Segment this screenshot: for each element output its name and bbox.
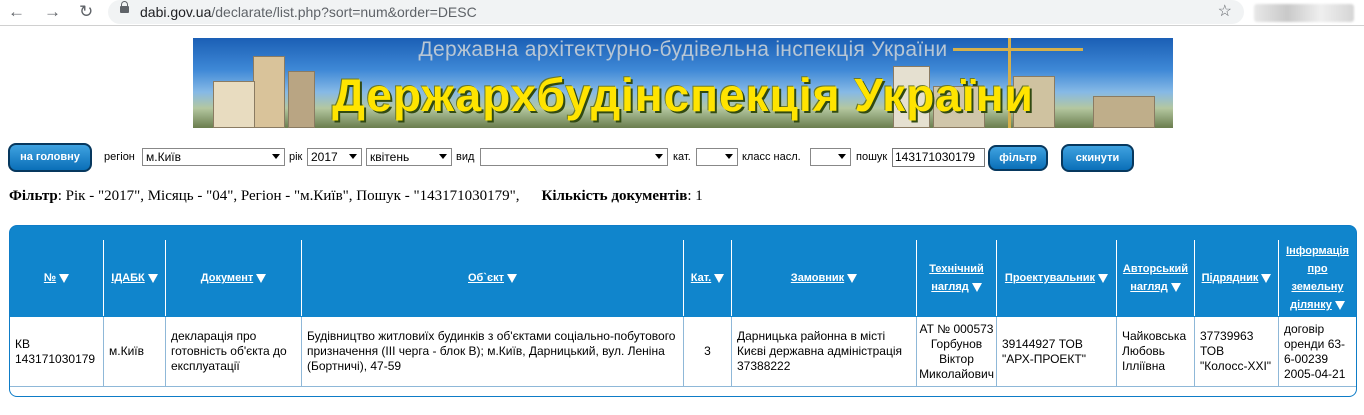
lock-icon bbox=[120, 1, 129, 13]
count-key: Кількість документів bbox=[541, 188, 688, 204]
reset-button[interactable]: скинути bbox=[1061, 144, 1134, 172]
column-header-category[interactable]: Кат. bbox=[684, 240, 732, 316]
url-text: dabi.gov.ua/declarate/list.php?sort=num&… bbox=[140, 4, 477, 20]
region-label: регіон bbox=[104, 151, 135, 163]
browser-toolbar: ← → ↻ dabi.gov.ua/declarate/list.php?sor… bbox=[0, 0, 1364, 26]
cell-document: декларація про готовність об'єкта до екс… bbox=[166, 317, 302, 386]
sort-arrow-icon[interactable] bbox=[256, 273, 267, 283]
column-header-tech-supervision[interactable]: Технічний нагляд bbox=[917, 240, 997, 316]
site-banner: Державна архітектурно-будівельна інспекц… bbox=[193, 38, 1173, 128]
year-select[interactable]: 2017 bbox=[307, 148, 362, 166]
reload-icon[interactable]: ↻ bbox=[79, 2, 93, 22]
column-header-contractor[interactable]: Підрядник bbox=[1195, 240, 1279, 316]
count-text: : 1 bbox=[687, 188, 703, 204]
cell-land-info: договір оренди 63-6-00239 2005-04-21 bbox=[1284, 321, 1346, 381]
chevron-down-icon bbox=[349, 154, 357, 159]
month-select[interactable]: квітень bbox=[366, 148, 452, 166]
category-select[interactable] bbox=[696, 148, 738, 166]
type-select[interactable] bbox=[480, 148, 668, 166]
banner-subtitle: Державна архітектурно-будівельна інспекц… bbox=[418, 38, 948, 61]
table-row[interactable]: КВ 143171030179 м.Київ декларація про го… bbox=[10, 317, 1356, 386]
sort-arrow-icon[interactable] bbox=[1170, 282, 1181, 292]
column-header-customer[interactable]: Замовник bbox=[732, 240, 917, 316]
bookmark-star-icon[interactable]: ☆ bbox=[1218, 1, 1232, 21]
cell-idabk: м.Київ bbox=[104, 317, 166, 386]
cell-customer: Дарницька районна в місті Києві державна… bbox=[732, 317, 917, 386]
cell-contractor: 37739963 ТОВ "Колосс-ХХІ" bbox=[1195, 317, 1279, 386]
search-label: пошук bbox=[856, 151, 888, 163]
type-label: вид bbox=[456, 151, 475, 163]
table-header: № ІДАБК Документ Об`єкт Кат. Замовник Те… bbox=[10, 240, 1356, 316]
chevron-down-icon bbox=[272, 154, 280, 159]
sort-arrow-icon[interactable] bbox=[147, 273, 158, 283]
sort-arrow-icon[interactable] bbox=[714, 273, 725, 283]
sort-arrow-icon[interactable] bbox=[506, 273, 517, 283]
back-arrow-icon[interactable]: ← bbox=[8, 2, 25, 22]
region-select[interactable]: м.Київ bbox=[142, 148, 285, 166]
sort-arrow-icon[interactable] bbox=[59, 273, 70, 283]
banner-title: Держархбудінспекція України bbox=[332, 69, 1034, 121]
category-label: кат. bbox=[673, 151, 691, 163]
column-header-document[interactable]: Документ bbox=[166, 240, 302, 316]
column-header-land-info[interactable]: Інформація про земельну ділянку bbox=[1279, 240, 1356, 316]
table-footer bbox=[10, 386, 1356, 396]
results-table: № ІДАБК Документ Об`єкт Кат. Замовник Те… bbox=[9, 225, 1357, 397]
class-label: класс насл. bbox=[742, 151, 801, 163]
cell-num: КВ 143171030179 bbox=[10, 317, 104, 386]
sort-arrow-icon[interactable] bbox=[1334, 300, 1345, 310]
column-header-author-supervision[interactable]: Авторський нагляд bbox=[1117, 240, 1195, 316]
filter-key: Фільтр bbox=[9, 188, 58, 204]
class-select[interactable] bbox=[810, 148, 851, 166]
sort-arrow-icon[interactable] bbox=[847, 273, 858, 283]
address-bar[interactable]: dabi.gov.ua/declarate/list.php?sort=num&… bbox=[108, 0, 1244, 24]
filter-text: : Рік - "2017", Місяць - "04", Регіон - … bbox=[57, 188, 520, 204]
chevron-down-icon bbox=[838, 154, 846, 159]
column-header-designer[interactable]: Проектувальник bbox=[997, 240, 1117, 316]
forward-arrow-icon[interactable]: → bbox=[44, 2, 61, 22]
chevron-down-icon bbox=[655, 154, 663, 159]
cell-tech-supervision: АТ № 000573 Горбунов Віктор Миколайович bbox=[917, 317, 997, 386]
chevron-down-icon bbox=[439, 154, 447, 159]
chevron-down-icon bbox=[725, 154, 733, 159]
column-header-num[interactable]: № bbox=[10, 240, 104, 316]
cell-designer: 39144927 ТОВ "АРХ-ПРОЕКТ" bbox=[997, 317, 1117, 386]
home-button[interactable]: на головну bbox=[8, 143, 92, 172]
column-header-object[interactable]: Об`єкт bbox=[302, 240, 684, 316]
search-input[interactable]: 143171030179 bbox=[892, 148, 985, 167]
sort-arrow-icon[interactable] bbox=[971, 282, 982, 292]
cell-object: Будівництво житловиїх будинків з об'єкта… bbox=[302, 317, 684, 386]
sort-arrow-icon[interactable] bbox=[1261, 273, 1272, 283]
cell-author-supervision: Чайковська Любовь Ілліївна bbox=[1117, 317, 1195, 386]
year-label: рік bbox=[289, 151, 303, 163]
filter-button[interactable]: фільтр bbox=[988, 145, 1048, 171]
cell-category: 3 bbox=[684, 317, 732, 386]
sort-arrow-icon[interactable] bbox=[1098, 273, 1109, 283]
filter-summary: Фільтр: Рік - "2017", Місяць - "04", Рег… bbox=[9, 188, 703, 205]
column-header-idabk[interactable]: ІДАБК bbox=[104, 240, 166, 316]
extensions-area bbox=[1254, 4, 1354, 22]
